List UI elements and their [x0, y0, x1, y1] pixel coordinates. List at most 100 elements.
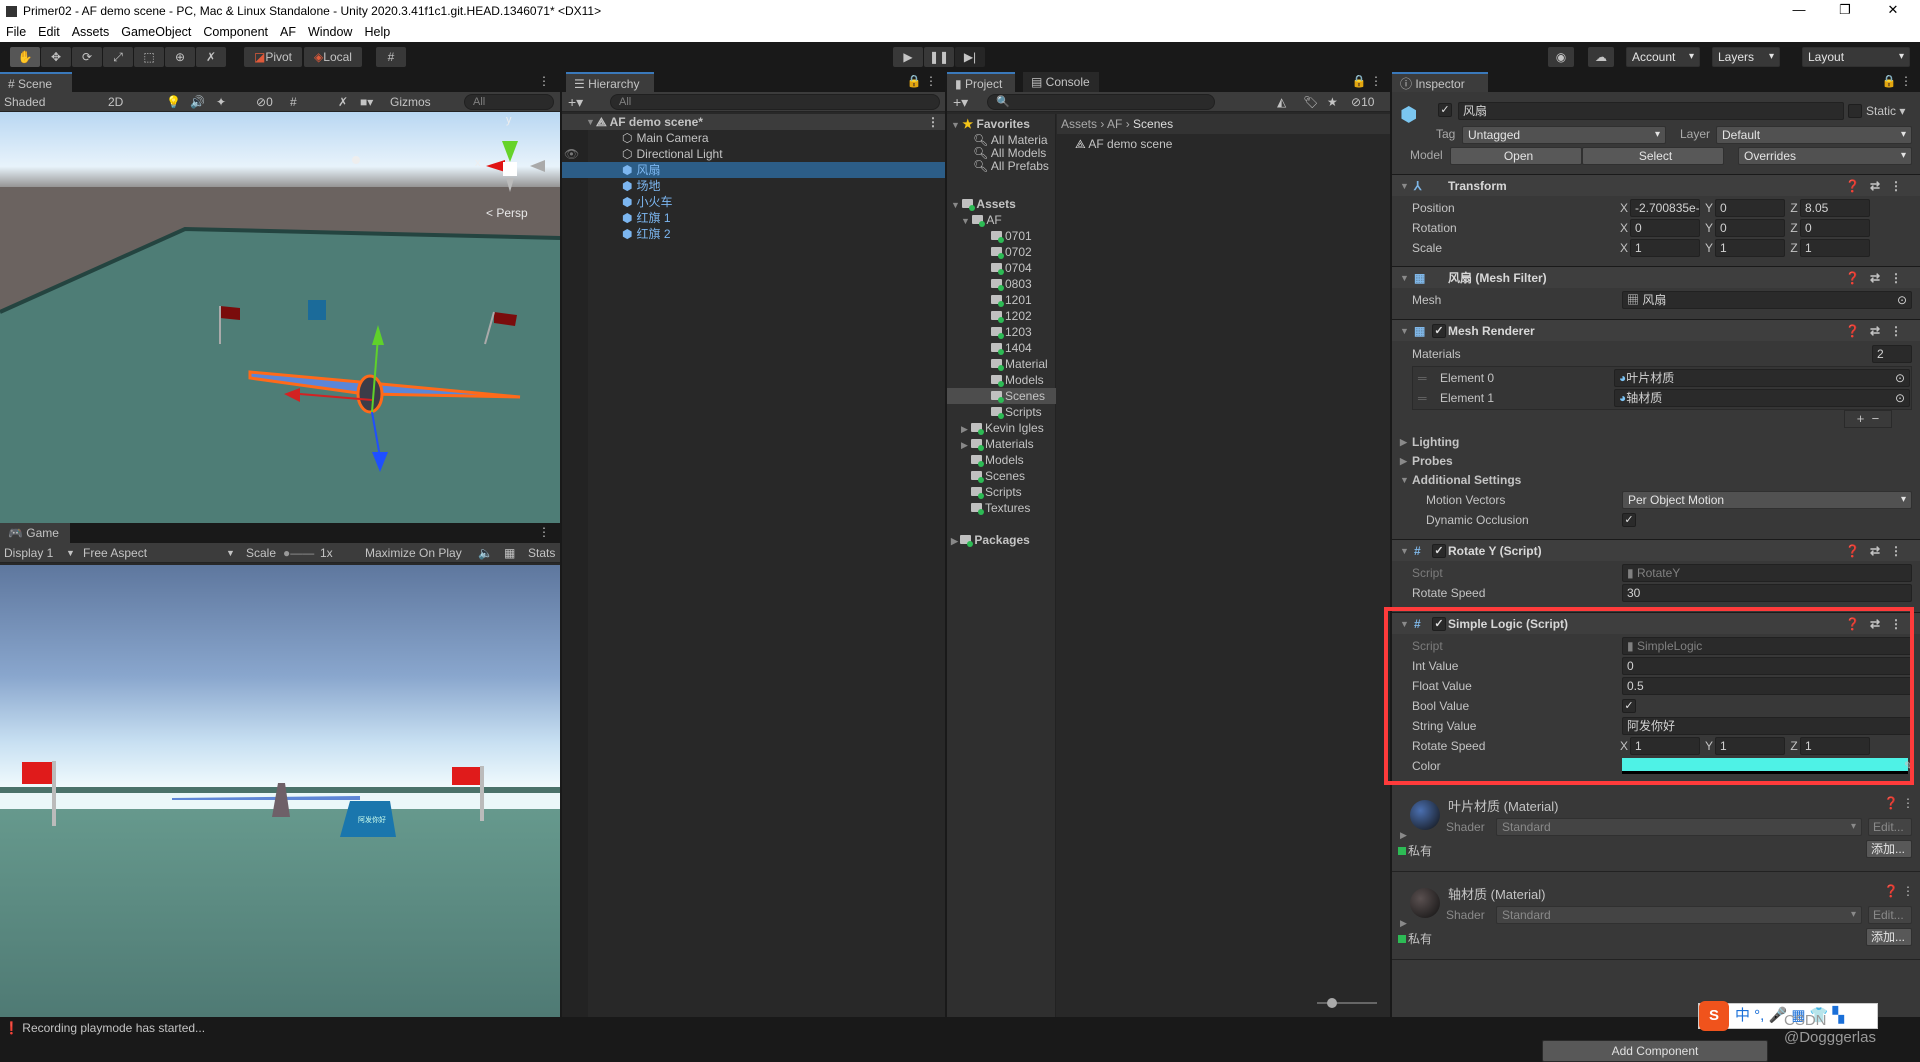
enabled-checkbox[interactable]: ✓	[1432, 617, 1446, 631]
menu-file[interactable]: File	[6, 25, 26, 39]
file-item[interactable]: ⟁ AF demo scene	[1075, 136, 1172, 152]
scale-slider[interactable]: ●——	[283, 543, 314, 563]
collapse-icon[interactable]: ▼	[1400, 540, 1409, 562]
collapse-icon[interactable]: ▼	[1400, 320, 1409, 342]
tab-scene[interactable]: # Scene	[0, 72, 72, 92]
component-menu-icons[interactable]: ❓⇄⋮	[1845, 267, 1912, 289]
hierarchy-search-input[interactable]: All	[610, 94, 940, 110]
dynamic-occlusion-checkbox[interactable]: ✓	[1622, 513, 1636, 527]
float-value-input[interactable]: 0.5	[1622, 677, 1912, 695]
rect-tool-button[interactable]: ⬚	[134, 47, 164, 67]
collapse-icon[interactable]: ▼	[1400, 175, 1409, 197]
x-field[interactable]: 0	[1630, 219, 1700, 237]
color-field[interactable]	[1622, 758, 1908, 774]
more-icon[interactable]: ⋮	[1890, 179, 1912, 193]
game-view[interactable]: 阿发你好	[0, 565, 560, 1017]
component-menu-icons[interactable]: ❓⇄⋮	[1845, 613, 1912, 635]
string-value-input[interactable]: 阿发你好	[1622, 717, 1912, 735]
stats-toggle[interactable]: Stats	[528, 543, 555, 563]
maximize-on-play-toggle[interactable]: Maximize On Play	[365, 543, 462, 563]
mesh-field[interactable]: ▦ 风扇 ⊙	[1622, 291, 1912, 309]
scene-root[interactable]: ▼ ⟁ AF demo scene* ⋮	[562, 114, 945, 130]
x-field[interactable]: -2.700835e-0	[1630, 199, 1700, 217]
lock-icon[interactable]: 🔒 ⋮	[1882, 74, 1912, 88]
projection-toggle[interactable]: < Persp	[486, 206, 528, 220]
search-by-type-icon[interactable]: ◭	[1277, 92, 1286, 112]
static-dropdown[interactable]: Static ▾	[1866, 104, 1905, 118]
icon-size-slider[interactable]	[1317, 998, 1377, 1008]
folder-item[interactable]: Scenes	[961, 468, 1025, 484]
expand-icon[interactable]: ▶	[1400, 830, 1407, 841]
help-icon[interactable]: ❓	[1845, 544, 1870, 558]
bool-value-checkbox[interactable]: ✓	[1622, 699, 1636, 713]
shader-dropdown[interactable]: Standard	[1496, 818, 1862, 836]
scale-tool-button[interactable]: ⤢	[103, 47, 133, 67]
gizmos-dropdown[interactable]: Gizmos	[390, 92, 431, 112]
remove-element-button[interactable]: −	[1872, 411, 1880, 426]
hierarchy-item[interactable]: ⬢ 红旗 2	[562, 226, 945, 242]
presets-icon[interactable]: ⇄	[1870, 324, 1890, 338]
object-picker-icon[interactable]: ⊙	[1897, 292, 1907, 308]
eyedropper-icon[interactable]: ✎	[1904, 756, 1914, 776]
int-value-input[interactable]: 0	[1622, 657, 1912, 675]
y-field[interactable]: 1	[1715, 737, 1785, 755]
z-field[interactable]: 0	[1800, 219, 1870, 237]
add-component-button[interactable]: Add Component	[1542, 1040, 1768, 1062]
material-menu-icons[interactable]: ❓ ⋮	[1884, 796, 1914, 810]
folder-item[interactable]: 1201	[947, 292, 1056, 308]
material-field[interactable]: ◕叶片材质 ⊙	[1614, 369, 1910, 387]
move-tool-button[interactable]: ✥	[41, 47, 71, 67]
more-icon[interactable]: ⋮	[538, 525, 550, 539]
drag-handle-icon[interactable]: ═	[1418, 368, 1427, 388]
breadcrumb-item[interactable]: Scenes	[1133, 117, 1173, 131]
motion-vectors-dropdown[interactable]: Per Object Motion	[1622, 491, 1912, 509]
folder-item[interactable]: 1202	[947, 308, 1056, 324]
hierarchy-item[interactable]: ⬢ 小火车	[562, 194, 945, 210]
more-icon[interactable]: ⋮	[1890, 324, 1912, 338]
presets-icon[interactable]: ⇄	[1870, 179, 1890, 193]
hierarchy-item[interactable]: ⬡ Main Camera	[562, 130, 945, 146]
folder-item[interactable]: 0704	[947, 260, 1056, 276]
help-icon[interactable]: ❓	[1845, 179, 1870, 193]
materials-count[interactable]: 2	[1872, 345, 1912, 363]
enabled-checkbox[interactable]: ✓	[1432, 544, 1446, 558]
open-model-button[interactable]: Open	[1450, 147, 1582, 165]
y-field[interactable]: 0	[1715, 199, 1785, 217]
folder-item[interactable]: ▶ Kevin Igles	[961, 420, 1044, 436]
edit-shader-button[interactable]: Edit...	[1868, 906, 1912, 924]
additional-settings-foldout[interactable]: ▼ Additional Settings	[1392, 470, 1920, 490]
hidden-objects-icon[interactable]: ⊘ 0	[256, 92, 273, 112]
create-button[interactable]: +▾	[953, 92, 968, 112]
local-toggle[interactable]: ◈ Local	[304, 47, 362, 67]
presets-icon[interactable]: ⇄	[1870, 617, 1890, 631]
menu-gameobject[interactable]: GameObject	[121, 25, 191, 39]
search-by-label-icon[interactable]: 🏷	[1303, 92, 1318, 112]
breadcrumb-item[interactable]: AF	[1107, 117, 1122, 131]
material-field[interactable]: ◕轴材质 ⊙	[1614, 389, 1910, 407]
folder-item[interactable]: 1404	[947, 340, 1056, 356]
simple-logic-component[interactable]: ▼ # ✓ Simple Logic (Script) ❓⇄⋮	[1392, 612, 1920, 634]
display-dropdown[interactable]: Display 1	[4, 543, 53, 563]
hierarchy-item[interactable]: ⬢ 红旗 1	[562, 210, 945, 226]
folder-item[interactable]: Scenes	[947, 388, 1056, 404]
presets-icon[interactable]: ⇄	[1870, 544, 1890, 558]
menu-window[interactable]: Window	[308, 25, 352, 39]
folder-item[interactable]: Scripts	[961, 484, 1022, 500]
probes-foldout[interactable]: ▶ Probes	[1392, 451, 1920, 471]
collapse-icon[interactable]: ▼	[1400, 613, 1409, 635]
effects-icon[interactable]: ✦	[216, 92, 226, 112]
y-field[interactable]: 0	[1715, 219, 1785, 237]
help-icon[interactable]: ❓	[1845, 271, 1870, 285]
close-button[interactable]: ✕	[1870, 0, 1916, 22]
audio-icon[interactable]: 🔊	[190, 92, 205, 112]
folder-item[interactable]: Scripts	[947, 404, 1056, 420]
tab-project[interactable]: ▮ Project	[947, 72, 1015, 92]
hierarchy-item[interactable]: 👁 ⬡ Directional Light	[562, 146, 945, 162]
presets-icon[interactable]: ⇄	[1870, 271, 1890, 285]
folder-item[interactable]: Material	[947, 356, 1056, 372]
folder-item[interactable]: 0701	[947, 228, 1056, 244]
tab-game[interactable]: 🎮 Game	[0, 523, 70, 543]
grid-toggle-icon[interactable]: #	[290, 92, 297, 112]
mesh-renderer-component[interactable]: ▼ ▦ ✓ Mesh Renderer ❓⇄⋮	[1392, 319, 1920, 341]
step-button[interactable]: ▶|	[955, 47, 985, 67]
